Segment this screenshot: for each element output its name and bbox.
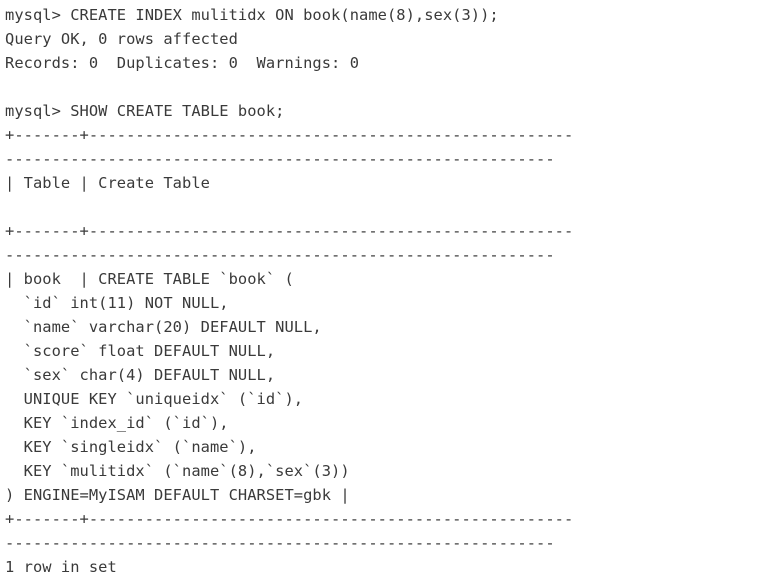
create-table-row-open: | book | CREATE TABLE `book` ( xyxy=(5,270,294,288)
query-ok-status: Query OK, 0 rows affected xyxy=(5,30,238,48)
table-header-row: | Table | Create Table xyxy=(5,174,210,192)
column-definition-sex: `sex` char(4) DEFAULT NULL, xyxy=(5,366,276,384)
table-separator-mid-part1: +-------+-------------------------------… xyxy=(5,222,574,240)
create-index-command: mysql> CREATE INDEX mulitidx ON book(nam… xyxy=(5,6,499,24)
key-definition-index-id: KEY `index_id` (`id`), xyxy=(5,414,229,432)
column-definition-name: `name` varchar(20) DEFAULT NULL, xyxy=(5,318,322,336)
table-separator-bot-part1: +-------+-------------------------------… xyxy=(5,510,574,528)
terminal-output-pane[interactable]: mysql> CREATE INDEX mulitidx ON book(nam… xyxy=(0,0,759,586)
key-definition-uniqueidx: UNIQUE KEY `uniqueidx` (`id`), xyxy=(5,390,304,408)
table-options-row: ) ENGINE=MyISAM DEFAULT CHARSET=gbk | xyxy=(5,486,350,504)
key-definition-singleidx: KEY `singleidx` (`name`), xyxy=(5,438,257,456)
column-definition-id: `id` int(11) NOT NULL, xyxy=(5,294,229,312)
key-definition-mulitidx: KEY `mulitidx` (`name`(8),`sex`(3)) xyxy=(5,462,350,480)
table-separator-bot-part2: ----------------------------------------… xyxy=(5,534,555,552)
column-definition-score: `score` float DEFAULT NULL, xyxy=(5,342,276,360)
records-duplicates-warnings: Records: 0 Duplicates: 0 Warnings: 0 xyxy=(5,54,360,72)
table-separator-mid-part2: ----------------------------------------… xyxy=(5,246,555,264)
row-count-status: 1 row in set xyxy=(5,558,117,576)
table-separator-top-part1: +-------+-------------------------------… xyxy=(5,126,574,144)
show-create-table-command: mysql> SHOW CREATE TABLE book; xyxy=(5,102,285,120)
table-separator-top-part2: ----------------------------------------… xyxy=(5,150,555,168)
